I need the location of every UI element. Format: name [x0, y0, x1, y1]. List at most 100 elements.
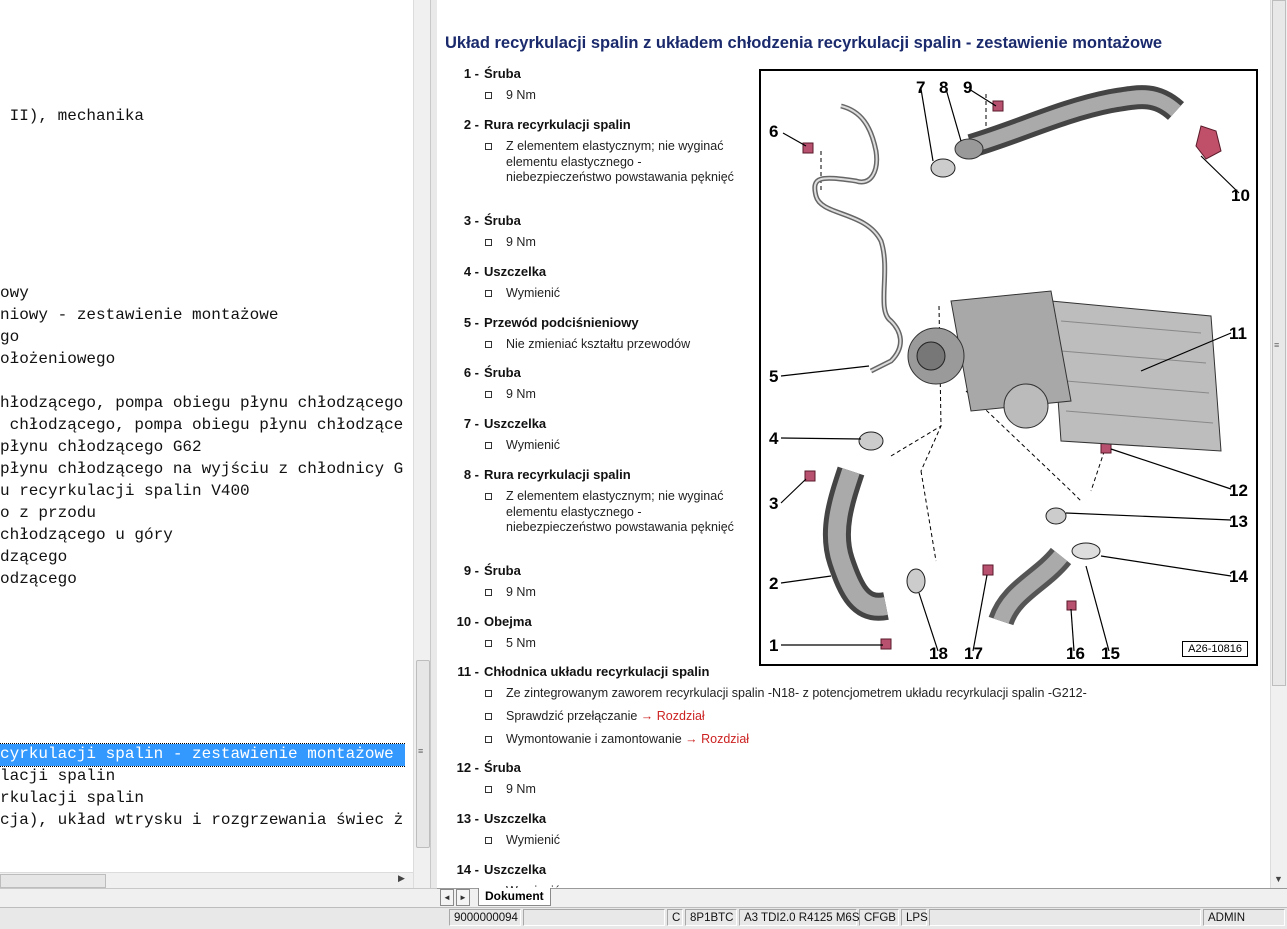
svg-text:13: 13 — [1229, 512, 1248, 531]
part-heading: 5 - Przewód podciśnieniowy — [437, 315, 639, 330]
bullet-icon — [485, 239, 493, 247]
action-label: Sprawdzić przełączanie — [506, 709, 638, 723]
tree-item[interactable]: odzącego — [0, 569, 77, 591]
part-note: 9 Nm — [506, 235, 536, 249]
svg-text:1: 1 — [769, 636, 778, 655]
svg-text:9: 9 — [963, 78, 972, 97]
part-note: 9 Nm — [506, 88, 536, 102]
svg-text:2: 2 — [769, 574, 778, 593]
part-note: Nie zmieniać kształtu przewodów — [506, 337, 691, 351]
tree-item[interactable]: II), mechanika — [0, 106, 144, 128]
part-number: 3 - — [463, 213, 479, 228]
part-heading: 2 - Rura recyrkulacji spalin — [437, 117, 631, 132]
svg-text:18: 18 — [929, 644, 948, 663]
part-number: 8 - — [463, 467, 479, 482]
tree-horizontal-scroll-thumb[interactable] — [0, 874, 106, 888]
part-number: 5 - — [463, 315, 479, 330]
scroll-right-arrow-icon[interactable]: ▶ — [398, 873, 405, 884]
part-name: Uszczelka — [484, 416, 547, 431]
tree-item-selected[interactable]: cyrkulacji spalin - zestawienie montażow… — [0, 743, 405, 767]
tree-item[interactable]: płynu chłodzącego G62 — [0, 437, 202, 459]
tree-item[interactable]: u recyrkulacji spalin V400 — [0, 481, 250, 503]
part-heading: 13 - Uszczelka — [437, 811, 547, 826]
part-name: Rura recyrkulacji spalin — [484, 467, 631, 482]
tree-item[interactable]: rkulacji spalin — [0, 788, 144, 810]
bullet-icon — [485, 589, 493, 597]
part-number: 12 - — [456, 760, 479, 775]
part-name: Uszczelka — [484, 811, 547, 826]
part-name: Śruba — [484, 760, 521, 775]
part-note: Wymienić — [506, 286, 561, 300]
part-heading: 7 - Uszczelka — [437, 416, 546, 431]
status-user: ADMIN — [1203, 909, 1285, 926]
part-note: Z elementem elastycznym; nie wyginać ele… — [506, 489, 734, 534]
part-heading: 4 - Uszczelka — [437, 264, 546, 279]
status-id: 9000000094 — [449, 909, 521, 926]
tree-item[interactable]: chłodzącego, pompa obiegu płynu chłodząc… — [0, 415, 404, 437]
svg-text:16: 16 — [1066, 644, 1085, 663]
tree-item[interactable]: ołożeniowego — [0, 349, 115, 371]
tree-item[interactable]: hłodzącego, pompa obiegu płynu chłodzące… — [0, 393, 403, 415]
tab-scroll-right-button[interactable]: ► — [456, 889, 470, 906]
scroll-down-arrow-icon[interactable]: ▼ — [1274, 874, 1283, 884]
part-name: Uszczelka — [484, 862, 547, 877]
part-heading: 3 - Śruba — [437, 213, 521, 228]
svg-text:5: 5 — [769, 367, 778, 386]
tab-scroll-left-button[interactable]: ◄ — [440, 889, 454, 906]
tree-item[interactable]: dzącego — [0, 547, 67, 569]
status-lps: LPS — [901, 909, 928, 926]
tree-item[interactable]: niowy - zestawienie montażowe — [0, 305, 278, 327]
part-number: 13 - — [456, 811, 479, 826]
svg-text:4: 4 — [769, 429, 779, 448]
part-note: 9 Nm — [506, 387, 536, 401]
tab-dokument[interactable]: Dokument — [478, 888, 551, 906]
bullet-icon — [485, 690, 493, 698]
page-title: Układ recyrkulacji spalin z układem chło… — [445, 34, 1163, 52]
part-action: Wymontowanie i zamontowanie → Rozdział — [506, 732, 906, 748]
status-code: 8P1BTC — [685, 909, 737, 926]
part-number: 6 - — [463, 365, 479, 380]
bullet-icon — [485, 786, 493, 794]
action-label: Wymontowanie i zamontowanie — [506, 732, 682, 746]
status-c: C — [667, 909, 683, 926]
status-cfgb: CFGB — [859, 909, 899, 926]
bullet-icon — [485, 640, 493, 648]
bullet-icon — [485, 92, 493, 100]
svg-text:15: 15 — [1101, 644, 1120, 663]
chapter-link[interactable]: → Rozdział — [685, 732, 749, 746]
part-heading: 6 - Śruba — [437, 365, 521, 380]
part-name: Śruba — [484, 563, 521, 578]
part-number: 1 - — [463, 66, 479, 81]
chapter-link[interactable]: → Rozdział — [641, 709, 705, 723]
tree-item[interactable]: o z przodu — [0, 503, 96, 525]
part-number: 10 - — [456, 614, 479, 629]
part-heading: 9 - Śruba — [437, 563, 521, 578]
svg-text:3: 3 — [769, 494, 778, 513]
part-heading: 14 - Uszczelka — [437, 862, 547, 877]
part-note: Ze zintegrowanym zaworem recyrkulacji sp… — [506, 686, 1087, 700]
bullet-icon — [485, 713, 493, 721]
part-note: 9 Nm — [506, 782, 536, 796]
tree-item[interactable]: cja), układ wtrysku i rozgrzewania świec… — [0, 810, 403, 832]
tree-item[interactable]: go — [0, 327, 19, 349]
exploded-diagram: 6 7 8 9 10 11 5 4 3 2 1 12 13 14 15 16 1… — [759, 69, 1258, 666]
tree-item[interactable]: owy — [0, 283, 29, 305]
part-number: 11 - — [457, 664, 479, 679]
svg-text:11: 11 — [1229, 324, 1247, 343]
bullet-icon — [485, 391, 493, 399]
part-heading: 10 - Obejma — [437, 614, 532, 629]
part-heading: 11 - Chłodnica układu recyrkulacji spalin — [437, 664, 709, 679]
figure-code: A26-10816 — [1182, 641, 1248, 657]
svg-text:6: 6 — [769, 122, 778, 141]
tree-item[interactable]: chłodzącego u góry — [0, 525, 173, 547]
part-note: Z elementem elastycznym; nie wyginać ele… — [506, 139, 734, 184]
status-model: A3 TDI2.0 R4125 M6S — [739, 909, 860, 926]
part-name: Obejma — [484, 614, 532, 629]
tree-item[interactable]: lacji spalin — [0, 766, 115, 788]
status-empty-2 — [929, 909, 1201, 926]
part-name: Śruba — [484, 66, 521, 81]
svg-text:8: 8 — [939, 78, 948, 97]
tree-item[interactable]: płynu chłodzącego na wyjściu z chłodnicy… — [0, 459, 403, 481]
document-pane: Układ recyrkulacji spalin z układem chło… — [437, 0, 1270, 888]
svg-text:14: 14 — [1229, 567, 1248, 586]
